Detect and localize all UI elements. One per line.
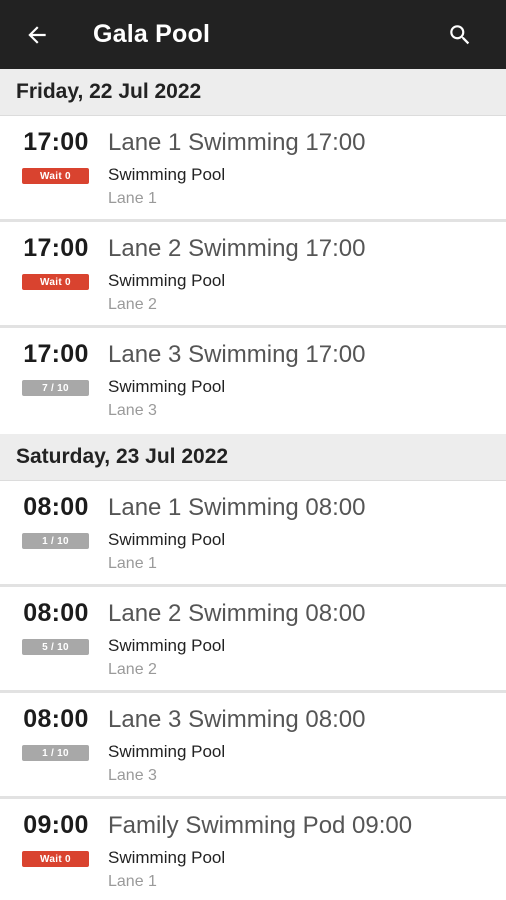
session-venue: Swimming Pool — [108, 377, 226, 396]
session-lane: Lane 1 — [108, 873, 157, 890]
session-time: 08:00 — [23, 705, 89, 733]
session-venue: Swimming Pool — [108, 271, 226, 290]
session-row[interactable]: 17:00 Wait 0 Lane 1 Swimming 17:00 Swimm… — [0, 116, 506, 222]
session-venue: Swimming Pool — [108, 530, 226, 549]
session-venue: Swimming Pool — [108, 165, 226, 184]
session-lane: Lane 3 — [108, 402, 157, 419]
arrow-left-icon — [28, 25, 46, 44]
app-bar: Gala Pool — [0, 0, 506, 69]
session-lane: Lane 1 — [108, 190, 157, 207]
session-name: Lane 2 Swimming 08:00 — [108, 600, 366, 627]
back-button[interactable] — [0, 0, 74, 69]
day-header: Saturday, 23 Jul 2022 — [0, 434, 506, 481]
session-row[interactable]: 17:00 7 / 10 Lane 3 Swimming 17:00 Swimm… — [0, 328, 506, 434]
session-time: 17:00 — [23, 128, 89, 156]
session-row[interactable]: 08:00 1 / 10 Lane 3 Swimming 08:00 Swimm… — [0, 693, 506, 799]
search-button[interactable] — [440, 0, 480, 69]
availability-badge: 1 / 10 — [22, 533, 89, 549]
session-name: Lane 2 Swimming 17:00 — [108, 235, 366, 262]
search-icon — [450, 24, 470, 44]
availability-badge: Wait 0 — [22, 168, 89, 184]
session-venue: Swimming Pool — [108, 848, 226, 867]
session-name: Family Swimming Pod 09:00 — [108, 812, 413, 839]
session-lane: Lane 1 — [108, 555, 157, 572]
session-time: 09:00 — [23, 811, 89, 839]
session-time: 08:00 — [23, 599, 89, 627]
session-venue: Swimming Pool — [108, 742, 226, 761]
session-name: Lane 3 Swimming 08:00 — [108, 706, 366, 733]
session-time: 17:00 — [23, 234, 89, 262]
availability-badge: Wait 0 — [22, 274, 89, 290]
session-time: 17:00 — [23, 340, 89, 368]
page-title: Gala Pool — [93, 20, 211, 48]
session-row[interactable]: 17:00 Wait 0 Lane 2 Swimming 17:00 Swimm… — [0, 222, 506, 328]
session-list: Friday, 22 Jul 2022 17:00 Wait 0 Lane 1 … — [0, 69, 506, 900]
session-venue: Swimming Pool — [108, 636, 226, 655]
session-row[interactable]: 08:00 1 / 10 Lane 1 Swimming 08:00 Swimm… — [0, 481, 506, 587]
session-row[interactable]: 09:00 Wait 0 Family Swimming Pod 09:00 S… — [0, 799, 506, 900]
session-lane: Lane 3 — [108, 767, 157, 784]
session-lane: Lane 2 — [108, 296, 157, 313]
session-time: 08:00 — [23, 493, 89, 521]
session-lane: Lane 2 — [108, 661, 157, 678]
session-name: Lane 1 Swimming 17:00 — [108, 129, 366, 156]
session-row[interactable]: 08:00 5 / 10 Lane 2 Swimming 08:00 Swimm… — [0, 587, 506, 693]
session-name: Lane 3 Swimming 17:00 — [108, 341, 366, 368]
session-name: Lane 1 Swimming 08:00 — [108, 494, 366, 521]
availability-badge: 7 / 10 — [22, 380, 89, 396]
availability-badge: 1 / 10 — [22, 745, 89, 761]
availability-badge: 5 / 10 — [22, 639, 89, 655]
availability-badge: Wait 0 — [22, 851, 89, 867]
day-header: Friday, 22 Jul 2022 — [0, 69, 506, 116]
